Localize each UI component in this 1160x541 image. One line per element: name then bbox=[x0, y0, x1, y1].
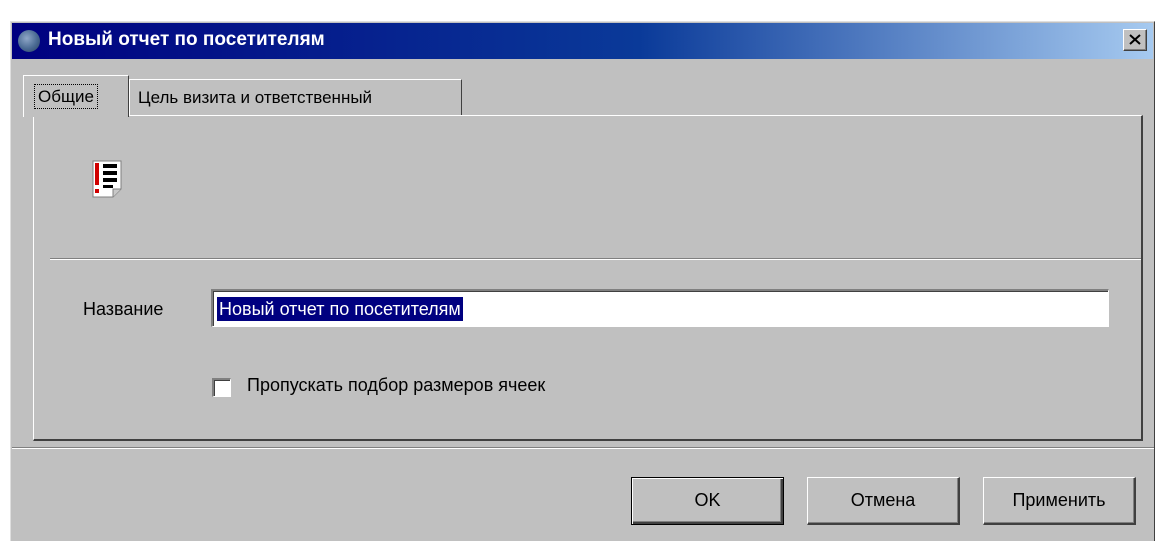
skip-cell-sizing-label[interactable]: Пропускать подбор размеров ячеек bbox=[247, 375, 545, 396]
app-icon bbox=[18, 30, 40, 52]
close-button[interactable] bbox=[1123, 29, 1147, 51]
tab-general-label: Общие bbox=[34, 84, 98, 109]
skip-cell-sizing-checkbox[interactable] bbox=[212, 378, 231, 397]
tab-panel-general: Название Новый отчет по посетителям Проп… bbox=[33, 115, 1143, 441]
dialog-window: Новый отчет по посетителям Общие Цель ви… bbox=[10, 21, 1155, 541]
report-icon bbox=[92, 160, 122, 198]
section-divider bbox=[50, 258, 1141, 260]
close-icon bbox=[1129, 34, 1141, 45]
footer-divider bbox=[12, 447, 1154, 449]
apply-button[interactable]: Применить bbox=[983, 477, 1136, 525]
cancel-button[interactable]: Отмена bbox=[807, 477, 960, 525]
tab-visit-purpose[interactable]: Цель визита и ответственный bbox=[129, 79, 462, 115]
title-bar[interactable]: Новый отчет по посетителям bbox=[12, 23, 1153, 59]
window-title: Новый отчет по посетителям bbox=[48, 29, 325, 50]
name-field-value: Новый отчет по посетителям bbox=[217, 297, 463, 321]
name-field[interactable]: Новый отчет по посетителям bbox=[211, 289, 1109, 327]
ok-button[interactable]: OK bbox=[631, 477, 784, 525]
tab-visit-purpose-label: Цель визита и ответственный bbox=[138, 88, 373, 107]
tab-general[interactable]: Общие bbox=[23, 75, 129, 117]
name-label: Название bbox=[83, 299, 164, 319]
